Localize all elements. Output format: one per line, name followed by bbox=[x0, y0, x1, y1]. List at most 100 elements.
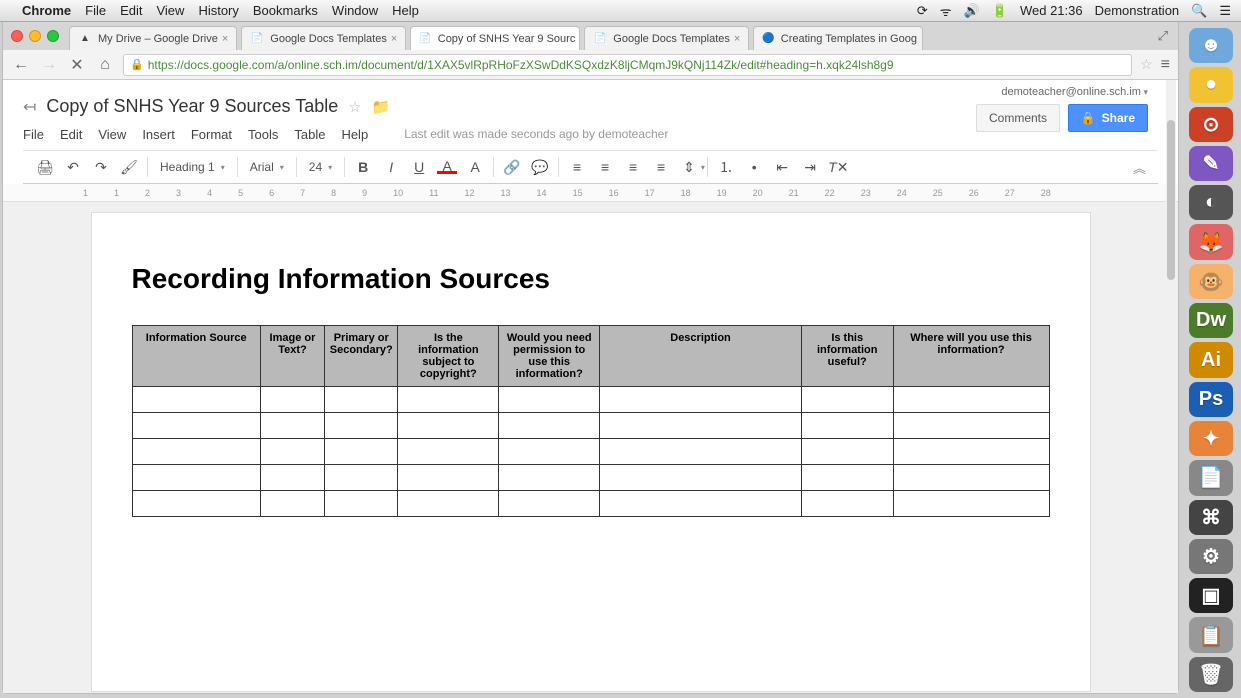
table-cell[interactable] bbox=[893, 413, 1049, 439]
column-header[interactable]: Description bbox=[600, 326, 802, 387]
address-bar[interactable]: 🔒 https://docs.google.com/a/online.sch.i… bbox=[123, 54, 1132, 76]
table-cell[interactable] bbox=[893, 439, 1049, 465]
volume-icon[interactable]: 🔊 bbox=[964, 3, 980, 19]
table-cell[interactable] bbox=[801, 387, 893, 413]
comment-icon[interactable]: 💬 bbox=[530, 159, 550, 176]
align-justify-icon[interactable]: ≡ bbox=[651, 159, 671, 175]
table-row[interactable] bbox=[132, 465, 1049, 491]
table-cell[interactable] bbox=[600, 491, 802, 517]
menu-format[interactable]: Format bbox=[191, 127, 232, 142]
dock-app-icon[interactable]: ✦ bbox=[1189, 421, 1233, 456]
table-cell[interactable] bbox=[325, 465, 398, 491]
table-cell[interactable] bbox=[499, 413, 600, 439]
dock-app-icon[interactable]: ✎ bbox=[1189, 146, 1233, 181]
table-row[interactable] bbox=[132, 439, 1049, 465]
fullscreen-icon[interactable]: ⤢ bbox=[1148, 28, 1178, 44]
align-center-icon[interactable]: ≡ bbox=[595, 159, 615, 175]
bulleted-list-icon[interactable]: • bbox=[744, 159, 764, 175]
table-cell[interactable] bbox=[801, 491, 893, 517]
wifi-icon[interactable]: ᯤ bbox=[940, 2, 952, 20]
info-table[interactable]: Information SourceImage or Text?Primary … bbox=[132, 325, 1050, 517]
table-cell[interactable] bbox=[398, 439, 499, 465]
align-right-icon[interactable]: ≡ bbox=[623, 159, 643, 175]
menu-tools[interactable]: Tools bbox=[248, 127, 278, 142]
table-cell[interactable] bbox=[893, 491, 1049, 517]
dock-app-icon[interactable]: Ps bbox=[1189, 382, 1233, 417]
dock-app-icon[interactable]: 📋 bbox=[1189, 617, 1233, 652]
close-tab-icon[interactable]: × bbox=[575, 33, 580, 45]
menu-view[interactable]: View bbox=[98, 127, 126, 142]
close-tab-icon[interactable]: × bbox=[730, 33, 740, 45]
underline-icon[interactable]: U bbox=[409, 159, 429, 175]
dock-app-icon[interactable]: 🗑 bbox=[1189, 657, 1233, 692]
column-header[interactable]: Where will you use this information? bbox=[893, 326, 1049, 387]
table-cell[interactable] bbox=[893, 465, 1049, 491]
chrome-menu-icon[interactable]: ≡ bbox=[1161, 56, 1170, 74]
table-cell[interactable] bbox=[260, 413, 324, 439]
table-cell[interactable] bbox=[499, 491, 600, 517]
zoom-window-button[interactable] bbox=[47, 30, 59, 42]
mac-menu-history[interactable]: History bbox=[198, 3, 238, 18]
browser-tab[interactable]: 🔵Creating Templates in Goog× bbox=[753, 26, 923, 50]
table-cell[interactable] bbox=[600, 465, 802, 491]
browser-tab[interactable]: 📄Google Docs Templates× bbox=[584, 26, 749, 50]
menu-edit[interactable]: Edit bbox=[60, 127, 82, 142]
ruler[interactable]: 1123456789101112131415161718192021222324… bbox=[3, 184, 1178, 202]
dock-app-icon[interactable]: ▣ bbox=[1189, 578, 1233, 613]
dock-app-icon[interactable]: 🐵 bbox=[1189, 264, 1233, 299]
battery-icon[interactable]: 🔋 bbox=[992, 3, 1008, 19]
fontsize-dropdown[interactable]: 24 bbox=[305, 160, 336, 174]
table-cell[interactable] bbox=[499, 465, 600, 491]
stop-button[interactable]: ✕ bbox=[67, 55, 87, 75]
table-cell[interactable] bbox=[132, 387, 260, 413]
redo-icon[interactable]: ↷ bbox=[91, 159, 111, 176]
forward-button[interactable]: → bbox=[39, 56, 59, 74]
star-icon[interactable]: ☆ bbox=[348, 98, 361, 116]
expand-toolbar-icon[interactable]: ︽ bbox=[1133, 158, 1146, 177]
clock-text[interactable]: Wed 21:36 bbox=[1020, 3, 1083, 18]
mac-app-name[interactable]: Chrome bbox=[22, 3, 71, 18]
vertical-scrollbar[interactable] bbox=[1166, 80, 1176, 693]
table-cell[interactable] bbox=[499, 387, 600, 413]
table-cell[interactable] bbox=[398, 465, 499, 491]
clear-formatting-icon[interactable]: T✕ bbox=[828, 159, 848, 176]
dock-app-icon[interactable]: 📄 bbox=[1189, 460, 1233, 495]
menu-table[interactable]: Table bbox=[294, 127, 325, 142]
table-cell[interactable] bbox=[801, 465, 893, 491]
sync-icon[interactable]: ⟳ bbox=[917, 3, 928, 19]
scrollbar-thumb[interactable] bbox=[1167, 120, 1175, 280]
document-page[interactable]: Recording Information Sources Informatio… bbox=[91, 212, 1091, 692]
table-row[interactable] bbox=[132, 491, 1049, 517]
text-color-icon[interactable]: A bbox=[437, 161, 457, 174]
comments-button[interactable]: Comments bbox=[976, 104, 1060, 132]
column-header[interactable]: Information Source bbox=[132, 326, 260, 387]
print-icon[interactable]: 🖨 bbox=[35, 159, 55, 176]
highlight-color-icon[interactable]: A bbox=[465, 159, 485, 175]
table-cell[interactable] bbox=[398, 413, 499, 439]
table-cell[interactable] bbox=[260, 387, 324, 413]
mac-menu-view[interactable]: View bbox=[156, 3, 184, 18]
browser-tab[interactable]: 📄Google Docs Templates× bbox=[241, 26, 406, 50]
user-menu[interactable]: Demonstration bbox=[1095, 3, 1180, 18]
dock-app-icon[interactable]: ⌘ bbox=[1189, 500, 1233, 535]
table-cell[interactable] bbox=[600, 439, 802, 465]
dock-app-icon[interactable]: ☻ bbox=[1189, 28, 1233, 63]
italic-icon[interactable]: I bbox=[381, 159, 401, 175]
line-spacing-icon[interactable]: ⇕ bbox=[679, 159, 699, 176]
close-tab-icon[interactable]: × bbox=[387, 33, 397, 45]
increase-indent-icon[interactable]: ⇥ bbox=[800, 159, 820, 176]
column-header[interactable]: Would you need permission to use this in… bbox=[499, 326, 600, 387]
font-dropdown[interactable]: Arial bbox=[246, 160, 288, 174]
dock-app-icon[interactable]: ⊙ bbox=[1189, 107, 1233, 142]
table-cell[interactable] bbox=[260, 465, 324, 491]
browser-tab[interactable]: 📄Copy of SNHS Year 9 Sourc× bbox=[410, 26, 580, 50]
table-cell[interactable] bbox=[132, 413, 260, 439]
bold-icon[interactable]: B bbox=[353, 159, 373, 175]
browser-tab[interactable]: ▲My Drive – Google Drive× bbox=[69, 26, 237, 50]
table-cell[interactable] bbox=[132, 439, 260, 465]
style-dropdown[interactable]: Heading 1 bbox=[156, 160, 229, 174]
table-cell[interactable] bbox=[801, 439, 893, 465]
close-window-button[interactable] bbox=[11, 30, 23, 42]
menu-insert[interactable]: Insert bbox=[142, 127, 175, 142]
dock-app-icon[interactable]: ● bbox=[1189, 67, 1233, 102]
